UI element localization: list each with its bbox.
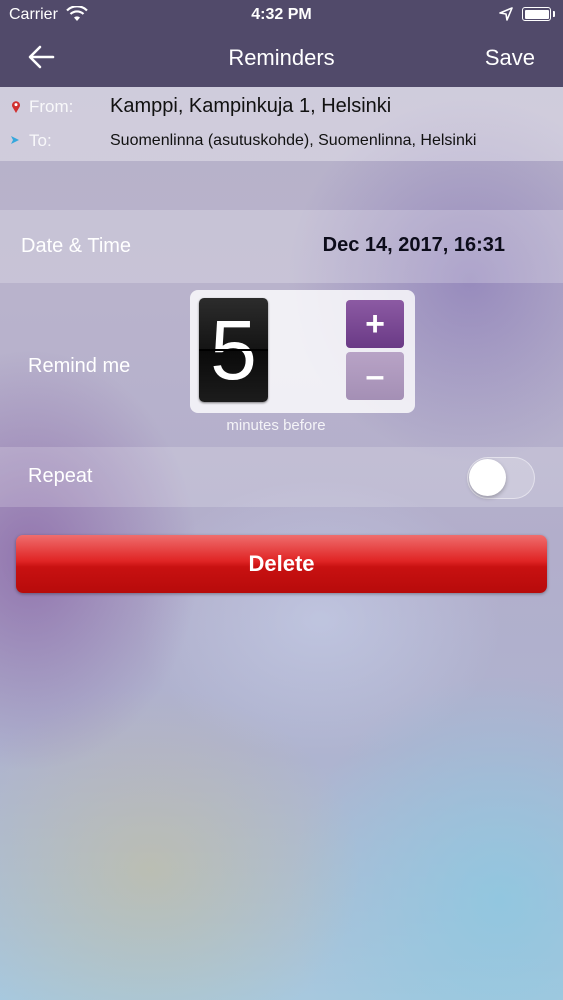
status-time: 4:32 PM bbox=[251, 6, 312, 23]
date-time-row[interactable]: Date & Time Dec 14, 2017, 16:31 bbox=[0, 210, 563, 283]
from-value: Kamppi, Kampinkuja 1, Helsinki bbox=[110, 95, 392, 117]
plus-icon: + bbox=[365, 305, 385, 343]
save-button[interactable]: Save bbox=[485, 45, 535, 71]
page-title: Reminders bbox=[228, 45, 335, 70]
repeat-row: Repeat bbox=[0, 447, 563, 507]
increment-button[interactable]: + bbox=[346, 300, 404, 348]
battery-icon bbox=[522, 7, 555, 21]
to-value: Suomenlinna (asutuskohde), Suomenlinna, … bbox=[110, 132, 477, 149]
decrement-button[interactable]: – bbox=[346, 352, 404, 400]
minus-icon: – bbox=[365, 357, 385, 395]
flip-divider bbox=[199, 349, 268, 351]
to-label: To: bbox=[29, 131, 52, 150]
top-bar: Carrier 4:32 PM Reminders Save bbox=[0, 0, 563, 87]
date-time-label: Date & Time bbox=[21, 235, 132, 257]
from-label: From: bbox=[29, 97, 74, 116]
remind-me-label: Remind me bbox=[28, 355, 131, 377]
delete-label: Delete bbox=[248, 551, 315, 576]
repeat-label: Repeat bbox=[28, 465, 93, 487]
status-bar: Carrier 4:32 PM bbox=[0, 0, 563, 30]
repeat-toggle[interactable] bbox=[467, 457, 535, 499]
delete-button[interactable]: Delete bbox=[16, 535, 547, 593]
map-pin-icon bbox=[12, 101, 20, 113]
minutes-flip-display: 5 bbox=[199, 298, 268, 402]
destination-arrow-icon bbox=[11, 136, 19, 144]
minutes-before-caption: minutes before bbox=[226, 417, 326, 434]
date-time-value[interactable]: Dec 14, 2017, 16:31 bbox=[323, 234, 505, 257]
location-arrow-icon bbox=[499, 7, 513, 21]
route-panel: From: Kamppi, Kampinkuja 1, Helsinki To:… bbox=[0, 87, 563, 161]
nav-bar: Reminders Save bbox=[0, 30, 563, 87]
toggle-knob bbox=[469, 459, 506, 496]
minutes-stepper: 5 + – bbox=[190, 290, 415, 413]
